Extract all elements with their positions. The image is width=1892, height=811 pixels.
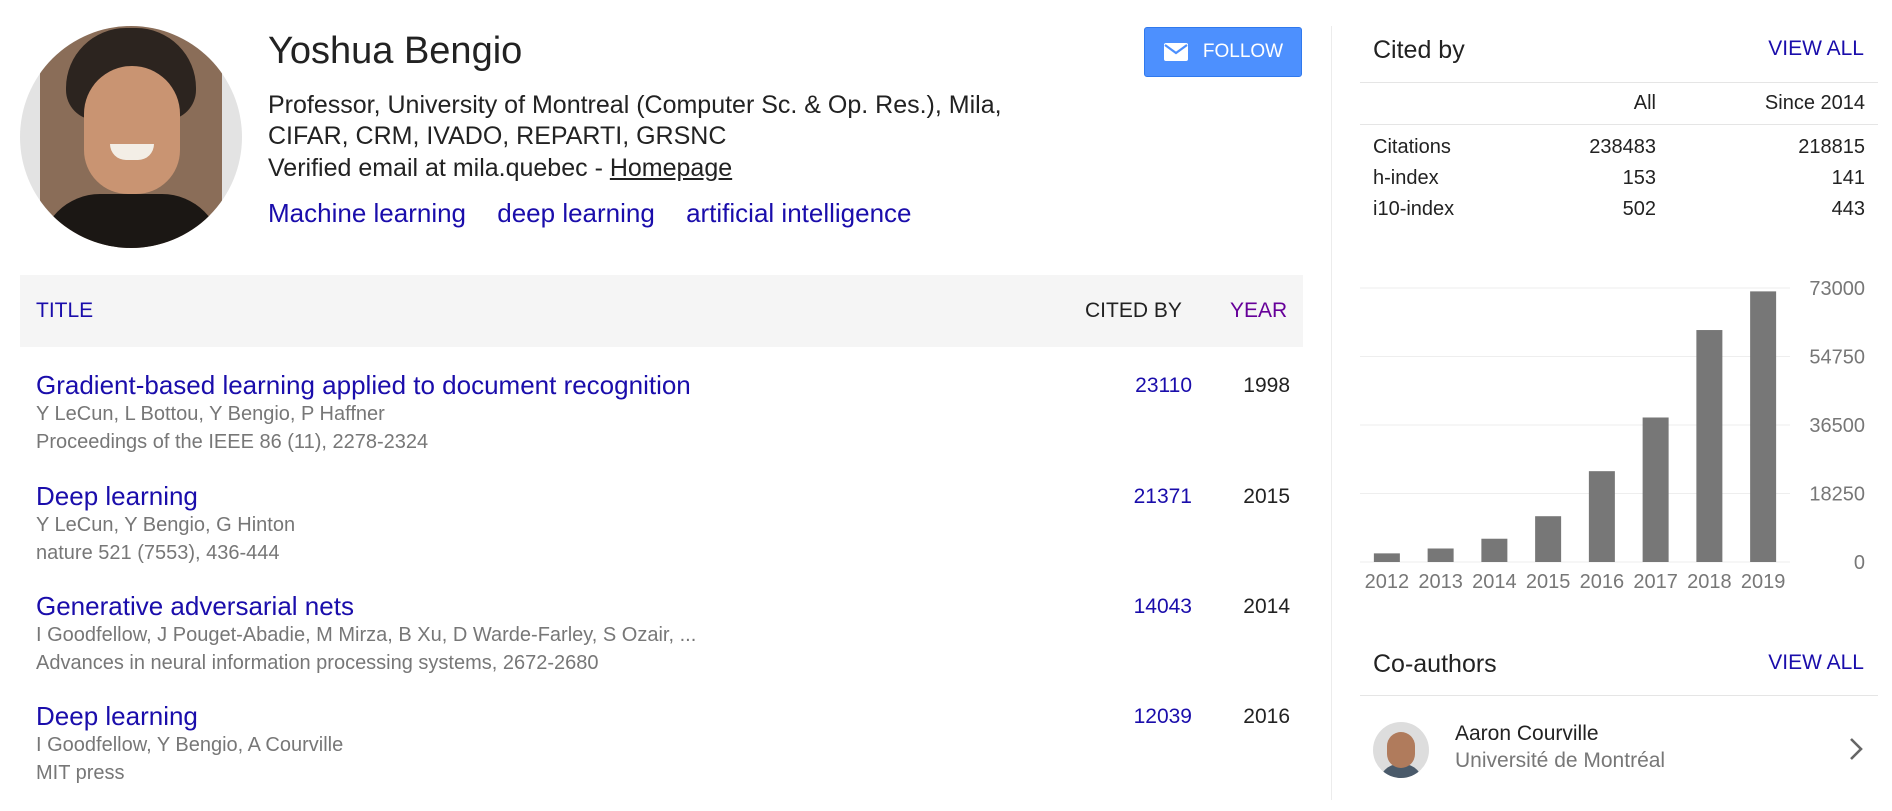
stats-col-since: Since 2014 xyxy=(1764,92,1865,114)
stats-row: Citations 238483 218815 xyxy=(1373,136,1865,167)
article-row: Gradient-based learning applied to docum… xyxy=(36,370,1304,480)
x-tick-label: 2018 xyxy=(1687,571,1732,593)
profile-avatar xyxy=(20,26,242,248)
article-year: 2016 xyxy=(1243,705,1290,728)
profile-affiliation: Professor, University of Montreal (Compu… xyxy=(268,91,1002,150)
chart-bar[interactable] xyxy=(1750,291,1777,562)
article-row: Generative adversarial nets I Goodfellow… xyxy=(36,591,1304,701)
article-authors: Y LeCun, L Bottou, Y Bengio, P Haffner xyxy=(36,403,385,425)
cited-by-title: Cited by xyxy=(1373,36,1465,64)
interest-link[interactable]: Machine learning xyxy=(268,198,466,228)
chart-bar[interactable] xyxy=(1588,471,1615,562)
article-year: 2015 xyxy=(1243,485,1290,508)
interest-link[interactable]: artificial intelligence xyxy=(686,198,911,228)
stat-since: 443 xyxy=(1831,198,1865,220)
article-cited-by[interactable]: 23110 xyxy=(1135,374,1192,398)
email-text: Verified email at mila.quebec - xyxy=(268,154,610,182)
stats-col-all: All xyxy=(1633,92,1656,114)
divider xyxy=(1360,124,1878,125)
article-authors: Y LeCun, Y Bengio, G Hinton xyxy=(36,514,296,536)
profile-photo xyxy=(40,26,222,248)
article-venue: MIT press xyxy=(36,762,125,784)
x-tick-label: 2014 xyxy=(1472,571,1517,593)
divider xyxy=(1360,695,1878,696)
article-cited-by[interactable]: 21371 xyxy=(1134,485,1192,509)
stat-label: Citations xyxy=(1373,136,1451,158)
coauthors-view-all-link[interactable]: VIEW ALL xyxy=(1768,651,1864,675)
chart-bar[interactable] xyxy=(1642,417,1669,562)
chart-bar[interactable] xyxy=(1535,516,1562,562)
chart-bar[interactable] xyxy=(1373,553,1400,562)
article-authors: I Goodfellow, J Pouget-Abadie, M Mirza, … xyxy=(36,624,697,646)
stat-label: i10-index xyxy=(1373,198,1455,220)
article-title[interactable]: Gradient-based learning applied to docum… xyxy=(36,370,691,401)
y-tick-label: 73000 xyxy=(1809,278,1865,300)
follow-label: FOLLOW xyxy=(1202,41,1284,62)
coauthor-name: Aaron Courville xyxy=(1455,722,1599,745)
article-venue: Advances in neural information processin… xyxy=(36,652,599,674)
x-tick-label: 2015 xyxy=(1526,571,1571,593)
coauthors-title: Co-authors xyxy=(1373,650,1497,678)
x-tick-label: 2013 xyxy=(1418,571,1463,593)
stats-row: i10-index 502 443 xyxy=(1373,198,1865,229)
y-tick-label: 0 xyxy=(1854,552,1865,574)
x-tick-label: 2012 xyxy=(1365,571,1410,593)
y-tick-label: 18250 xyxy=(1809,484,1865,506)
research-interests: Machine learning deep learning artificia… xyxy=(268,198,936,229)
stat-since: 141 xyxy=(1831,167,1865,189)
citation-stats-table: Citations 238483 218815 h-index 153 141 … xyxy=(1373,136,1865,229)
profile-email: Verified email at mila.quebec - Homepage xyxy=(268,154,732,183)
x-tick-label: 2019 xyxy=(1741,571,1786,593)
article-cited-by[interactable]: 12039 xyxy=(1134,705,1192,729)
stat-label: h-index xyxy=(1373,167,1439,189)
x-tick-label: 2016 xyxy=(1580,571,1625,593)
y-tick-label: 54750 xyxy=(1809,347,1865,369)
article-venue: Proceedings of the IEEE 86 (11), 2278-23… xyxy=(36,431,429,453)
stat-all: 502 xyxy=(1622,198,1656,220)
articles-table-header: TITLE CITED BY YEAR xyxy=(20,275,1303,347)
article-year: 1998 xyxy=(1243,374,1290,397)
article-title[interactable]: Generative adversarial nets xyxy=(36,591,354,622)
interest-link[interactable]: deep learning xyxy=(497,198,655,228)
article-year: 2014 xyxy=(1243,595,1290,618)
chevron-right-icon xyxy=(1850,738,1863,760)
article-authors: I Goodfellow, Y Bengio, A Courville xyxy=(36,734,344,756)
profile-name: Yoshua Bengio xyxy=(268,30,523,72)
x-tick-label: 2017 xyxy=(1633,571,1678,593)
coauthor-avatar xyxy=(1373,722,1429,778)
stat-all: 153 xyxy=(1622,167,1656,189)
article-cited-by[interactable]: 14043 xyxy=(1134,595,1192,619)
chart-bar[interactable] xyxy=(1696,330,1723,562)
article-title[interactable]: Deep learning xyxy=(36,481,198,512)
sort-by-cited[interactable]: CITED BY xyxy=(1085,299,1182,323)
sort-by-year[interactable]: YEAR xyxy=(1230,299,1287,323)
y-tick-label: 36500 xyxy=(1809,415,1865,437)
coauthor-affiliation: Université de Montréal xyxy=(1455,749,1666,772)
divider xyxy=(1360,82,1878,83)
citations-per-year-chart: 0 18250 36500 54750 73000 2012 2013 2014 2015 201… xyxy=(1360,278,1865,593)
stats-row: h-index 153 141 xyxy=(1373,167,1865,198)
article-row: Deep learning Y LeCun, Y Bengio, G Hinto… xyxy=(36,481,1304,591)
cited-by-view-all-link[interactable]: VIEW ALL xyxy=(1768,37,1864,61)
stat-all: 238483 xyxy=(1589,136,1656,158)
column-divider xyxy=(1331,26,1332,800)
mail-icon xyxy=(1163,43,1188,61)
stats-header-row: All Since 2014 xyxy=(1373,92,1865,123)
article-row: Deep learning I Goodfellow, Y Bengio, A … xyxy=(36,701,1304,811)
stat-since: 218815 xyxy=(1798,136,1865,158)
coauthor-item[interactable]: Aaron Courville Université de Montréal xyxy=(1373,720,1878,780)
follow-button[interactable]: FOLLOW xyxy=(1144,27,1302,77)
article-venue: nature 521 (7553), 436-444 xyxy=(36,542,280,564)
chart-bar[interactable] xyxy=(1427,548,1454,562)
sort-by-title[interactable]: TITLE xyxy=(36,299,93,323)
chart-bar[interactable] xyxy=(1481,538,1508,562)
article-title[interactable]: Deep learning xyxy=(36,701,198,732)
homepage-link[interactable]: Homepage xyxy=(610,154,732,182)
